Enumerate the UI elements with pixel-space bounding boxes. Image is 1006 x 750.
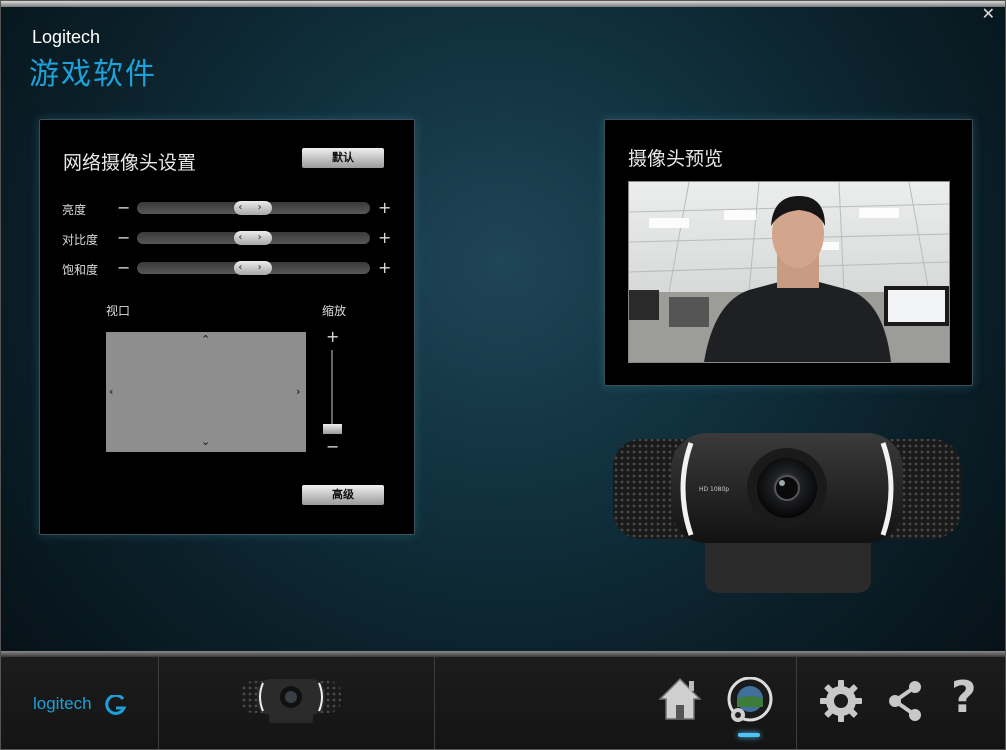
saturation-plus-button[interactable]: +	[378, 260, 391, 276]
settings-title: 网络摄像头设置	[63, 152, 197, 174]
zoom-out-button[interactable]: −	[326, 439, 339, 455]
bottom-navigation-bar: logitech ?	[1, 651, 1005, 749]
brightness-slider-thumb[interactable]: ‹ ›	[234, 201, 272, 215]
title-bar	[1, 1, 1005, 7]
close-button[interactable]: ✕	[982, 6, 995, 22]
webcam-settings-panel: 网络摄像头设置 默认 亮度 − ‹ › + 对比度 − ‹ › + 饱和度 − …	[39, 119, 415, 535]
contrast-slider-thumb[interactable]: ‹ ›	[234, 231, 272, 245]
brightness-label: 亮度	[62, 203, 87, 217]
saturation-slider-thumb[interactable]: ‹ ›	[234, 261, 272, 275]
pan-left-button[interactable]: ‹	[109, 386, 113, 397]
zoom-slider-thumb[interactable]	[323, 424, 342, 434]
contrast-minus-button[interactable]: −	[117, 230, 130, 246]
default-button[interactable]: 默认	[302, 148, 384, 168]
contrast-slider[interactable]: ‹ ›	[137, 231, 370, 245]
contrast-label: 对比度	[62, 233, 99, 247]
brightness-slider[interactable]: ‹ ›	[137, 201, 370, 215]
brand-name: Logitech	[32, 27, 101, 47]
zoom-label: 缩放	[322, 304, 347, 318]
logitech-g-icon	[105, 695, 127, 715]
preview-title: 摄像头预览	[628, 148, 724, 170]
home-icon[interactable]	[656, 675, 704, 723]
advanced-button[interactable]: 高级	[302, 485, 384, 505]
zoom-in-button[interactable]: +	[326, 329, 339, 345]
pan-up-button[interactable]: ⌃	[201, 334, 210, 345]
saturation-minus-button[interactable]: −	[117, 260, 130, 276]
camera-preview-panel: 摄像头预览	[604, 119, 973, 386]
app-title: 游戏软件	[29, 57, 157, 92]
viewport-pan-area[interactable]: ⌃ ⌄ ‹ ›	[106, 332, 306, 452]
help-icon[interactable]: ?	[951, 673, 977, 723]
logitech-logo: logitech	[33, 694, 92, 713]
webcam-badge: HD 1080p	[699, 486, 729, 493]
viewport-label: 视口	[106, 304, 131, 318]
contrast-plus-button[interactable]: +	[378, 230, 391, 246]
device-webcam-icon[interactable]	[241, 679, 341, 725]
pan-down-button[interactable]: ⌄	[201, 436, 210, 447]
saturation-slider[interactable]: ‹ ›	[137, 261, 370, 275]
zoom-slider[interactable]	[331, 350, 333, 434]
app-window: ✕ Logitech 游戏软件 网络摄像头设置 默认 亮度 − ‹ › + 对比…	[0, 0, 1006, 750]
gear-icon[interactable]	[819, 679, 863, 723]
saturation-label: 饱和度	[62, 263, 99, 277]
brightness-minus-button[interactable]: −	[117, 200, 130, 216]
camera-settings-icon[interactable]	[726, 677, 774, 725]
share-icon[interactable]	[885, 679, 925, 723]
active-tab-indicator	[738, 733, 760, 737]
pan-right-button[interactable]: ›	[296, 386, 300, 397]
office-scene-illustration	[629, 182, 949, 362]
webcam-product-image: HD 1080p	[613, 433, 961, 593]
brightness-plus-button[interactable]: +	[378, 200, 391, 216]
camera-preview-image	[628, 181, 950, 363]
